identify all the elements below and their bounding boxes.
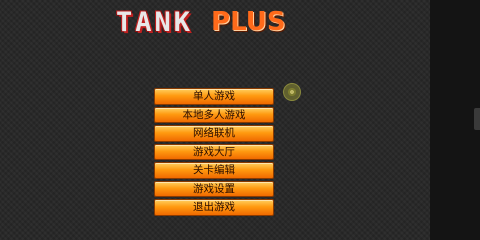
logo-tank-text: TANK [116, 6, 194, 38]
local-multiplayer-button[interactable]: 本地多人游戏 [154, 106, 274, 123]
game-screen: TANK PLUS 单人游戏 本地多人游戏 网络联机 游戏大厅 关卡编辑 游戏设… [0, 0, 430, 240]
main-menu: 单人游戏 本地多人游戏 网络联机 游戏大厅 关卡编辑 游戏设置 退出游戏 [154, 88, 274, 216]
game-settings-button[interactable]: 游戏设置 [154, 180, 274, 197]
exit-game-button[interactable]: 退出游戏 [154, 199, 274, 216]
side-panel-handle[interactable] [474, 108, 480, 130]
game-logo: TANK PLUS [116, 4, 286, 40]
level-editor-button[interactable]: 关卡编辑 [154, 162, 274, 179]
pointer-cursor-icon [283, 83, 301, 101]
side-panel [430, 0, 480, 240]
single-player-button[interactable]: 单人游戏 [154, 88, 274, 105]
logo-plus-text: PLUS [211, 7, 286, 37]
online-play-button[interactable]: 网络联机 [154, 125, 274, 142]
game-lobby-button[interactable]: 游戏大厅 [154, 143, 274, 160]
